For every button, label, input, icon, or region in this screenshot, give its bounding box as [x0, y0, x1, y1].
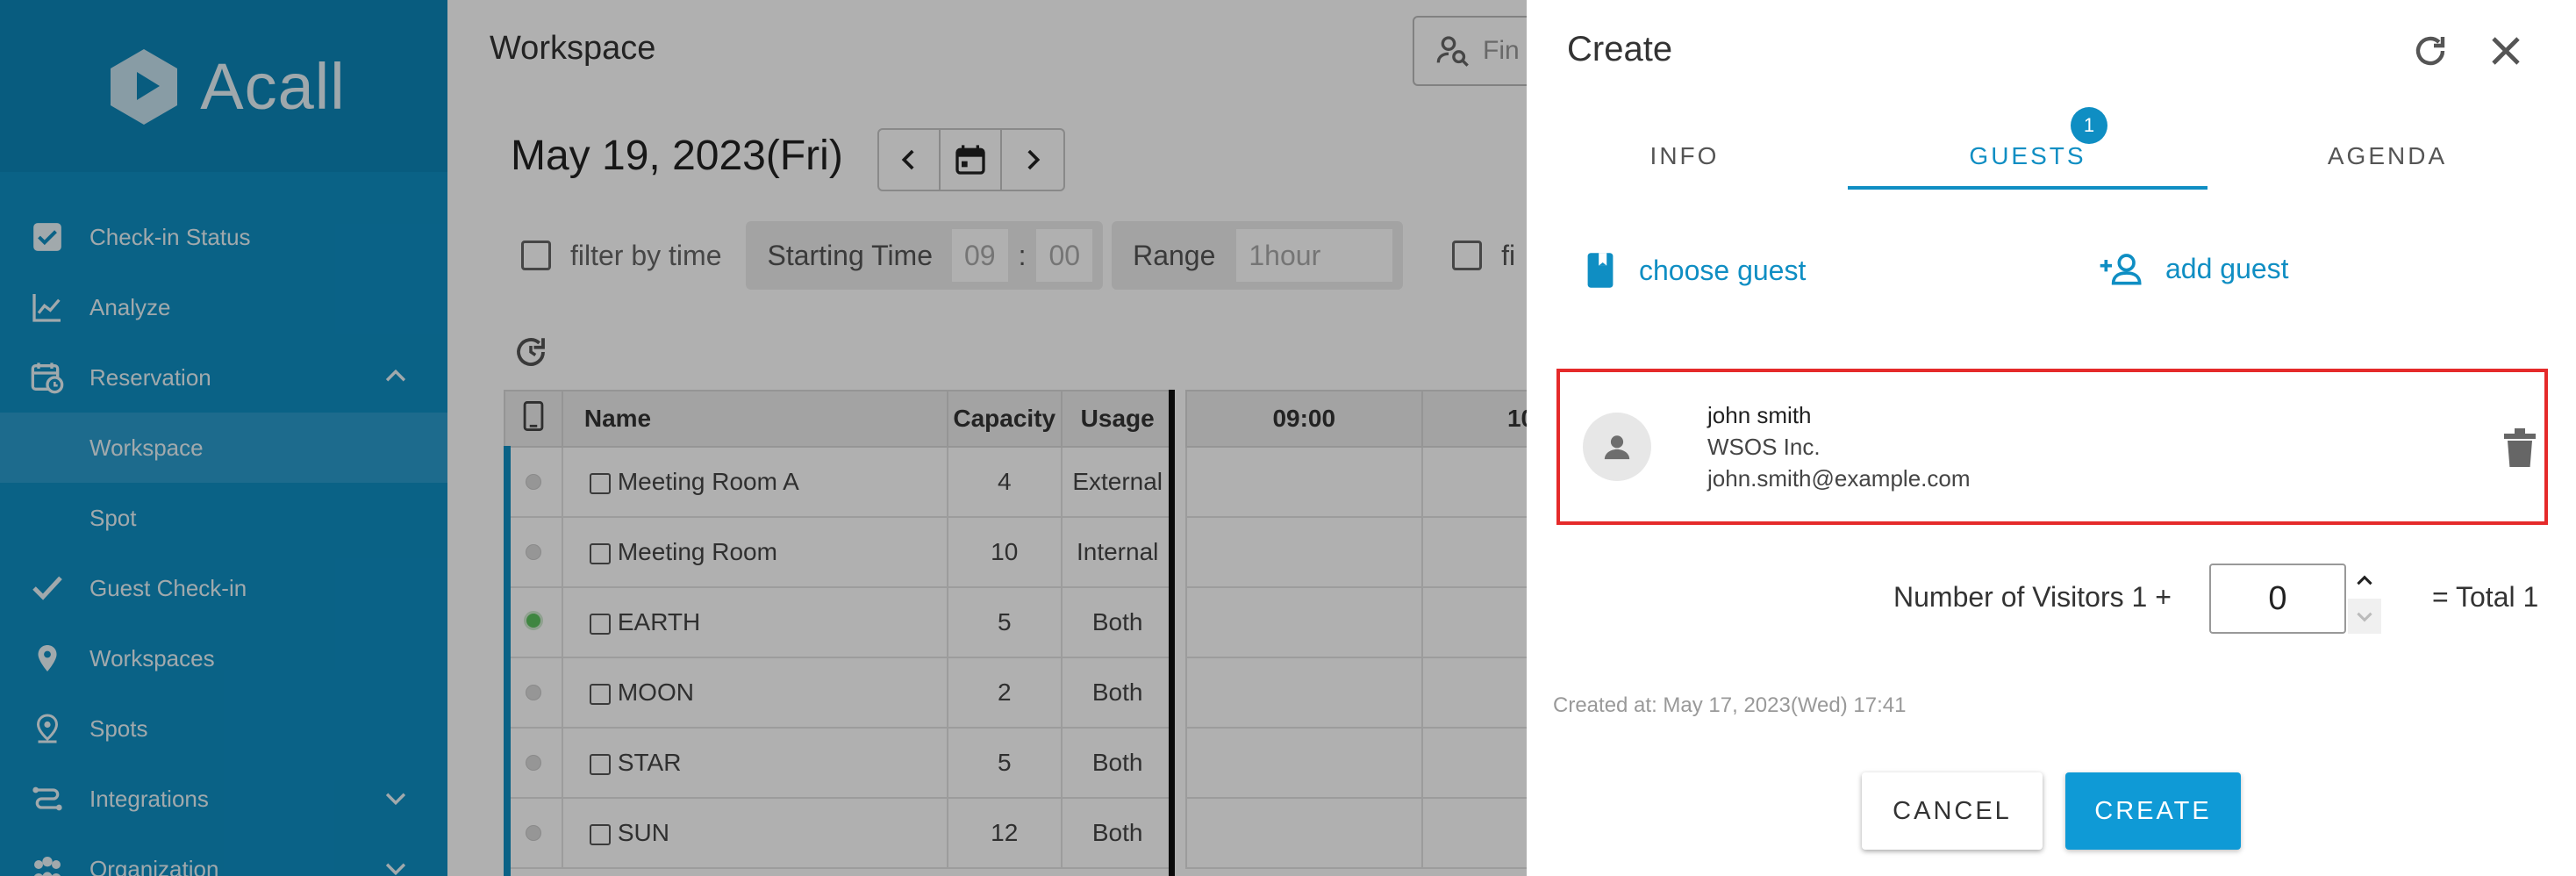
modal-backdrop[interactable] [0, 0, 1527, 876]
chevron-down-icon [2357, 612, 2372, 622]
create-dialog: Create INFO GUESTS AGENDA 1 choose guest… [1527, 0, 2576, 876]
decrement-button[interactable] [2348, 599, 2381, 634]
guest-email: john.smith@example.com [1707, 465, 1971, 492]
guest-card: john smith WSOS Inc. john.smith@example.… [1556, 369, 2548, 525]
trash-icon[interactable] [2502, 428, 2537, 467]
guests-count-badge: 1 [2071, 107, 2107, 144]
visitors-stepper [2348, 564, 2381, 634]
create-button[interactable]: CREATE [2065, 772, 2241, 850]
guest-name: john smith [1707, 402, 1812, 428]
refresh-icon[interactable] [2409, 30, 2451, 72]
cancel-button[interactable]: CANCEL [1862, 772, 2043, 850]
active-tab-indicator [1848, 186, 2207, 190]
choose-guest-button[interactable]: choose guest [1585, 251, 1806, 290]
visitors-label: Number of Visitors 1 + [1893, 581, 2172, 613]
dialog-title: Create [1567, 30, 1673, 68]
add-guest-label: add guest [2165, 252, 2289, 284]
person-icon [1604, 435, 1630, 460]
dialog-tabs: INFO GUESTS AGENDA [1527, 119, 2576, 193]
avatar [1583, 413, 1651, 481]
guest-company: WSOS Inc. [1707, 434, 1821, 460]
add-person-icon [2100, 254, 2142, 285]
add-guest-button[interactable]: add guest [2099, 251, 2289, 286]
tab-info[interactable]: INFO [1527, 119, 1843, 193]
chevron-up-icon [2357, 575, 2372, 585]
contact-book-icon [1587, 253, 1614, 288]
tab-guests[interactable]: GUESTS [1848, 119, 2207, 193]
choose-guest-label: choose guest [1639, 254, 1807, 286]
visitors-row: Number of Visitors 1 + 0 = Total 1 [1527, 562, 2576, 635]
created-at: Created at: May 17, 2023(Wed) 17:41 [1553, 693, 1907, 717]
tab-agenda[interactable]: AGENDA [2207, 119, 2567, 193]
visitors-total: = Total 1 [2432, 581, 2539, 613]
increment-button[interactable] [2348, 564, 2381, 599]
close-icon[interactable] [2485, 30, 2527, 72]
visitors-count-input[interactable]: 0 [2209, 564, 2346, 634]
